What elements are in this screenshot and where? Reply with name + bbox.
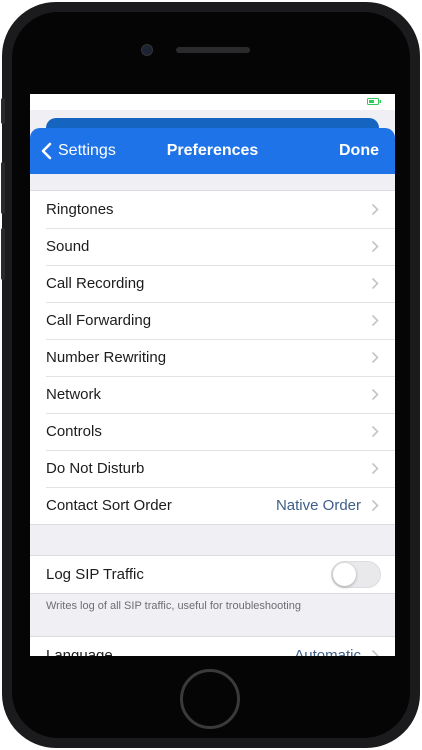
sip-footnote: Writes log of all SIP traffic, useful fo…	[46, 600, 301, 612]
section-spacer	[30, 628, 395, 636]
toggle-knob	[333, 563, 356, 586]
settings-row-do-not-disturb[interactable]: Do Not Disturb	[30, 450, 395, 487]
volume-down-button	[1, 228, 5, 280]
back-button[interactable]: Settings	[40, 128, 116, 174]
row-value: Automatic	[294, 647, 361, 656]
chevron-right-icon	[371, 277, 379, 290]
chevron-right-icon	[371, 351, 379, 364]
settings-row-ringtones[interactable]: Ringtones	[30, 191, 395, 228]
chevron-right-icon	[371, 499, 379, 512]
mute-switch	[1, 98, 5, 124]
language-group: Language Automatic	[30, 636, 395, 656]
preferences-group: Ringtones Sound Call Recording Call Forw…	[30, 190, 395, 525]
row-value: Native Order	[275, 497, 361, 514]
sip-group: Log SIP Traffic	[30, 555, 395, 594]
row-label: Ringtones	[46, 201, 114, 218]
status-bar	[30, 94, 395, 110]
screen: Settings Preferences Done Ringtones Soun…	[30, 94, 395, 656]
chevron-right-icon	[371, 462, 379, 475]
row-label: Number Rewriting	[46, 349, 167, 366]
section-spacer	[30, 525, 395, 555]
battery-icon	[367, 98, 381, 105]
settings-row-log-sip-traffic: Log SIP Traffic	[30, 556, 395, 593]
settings-row-sound[interactable]: Sound	[30, 228, 395, 265]
settings-row-controls[interactable]: Controls	[30, 413, 395, 450]
row-label: Language	[46, 647, 113, 656]
row-label: Call Recording	[46, 275, 145, 292]
settings-row-language[interactable]: Language Automatic	[30, 637, 395, 656]
row-label: Contact Sort Order	[46, 497, 172, 514]
chevron-right-icon	[371, 314, 379, 327]
chevron-right-icon	[371, 203, 379, 216]
chevron-right-icon	[371, 240, 379, 253]
navigation-bar: Settings Preferences Done	[30, 128, 395, 174]
settings-row-contact-sort-order[interactable]: Contact Sort Order Native Order	[30, 487, 395, 524]
row-label: Do Not Disturb	[46, 460, 145, 477]
chevron-left-icon	[41, 142, 52, 160]
home-button[interactable]	[180, 669, 240, 729]
volume-up-button	[1, 162, 5, 214]
front-camera	[141, 44, 153, 56]
settings-row-call-recording[interactable]: Call Recording	[30, 265, 395, 302]
log-sip-toggle[interactable]	[331, 561, 381, 588]
chevron-right-icon	[371, 425, 379, 438]
earpiece-speaker	[176, 47, 250, 53]
row-label: Sound	[46, 238, 90, 255]
settings-row-number-rewriting[interactable]: Number Rewriting	[30, 339, 395, 376]
section-spacer	[30, 174, 395, 190]
chevron-right-icon	[371, 649, 379, 656]
row-label: Call Forwarding	[46, 312, 152, 329]
settings-list: Ringtones Sound Call Recording Call Forw…	[30, 174, 395, 656]
row-label: Controls	[46, 423, 102, 440]
back-button-label: Settings	[58, 142, 116, 159]
row-label: Network	[46, 386, 102, 403]
row-label: Log SIP Traffic	[46, 566, 144, 583]
settings-row-call-forwarding[interactable]: Call Forwarding	[30, 302, 395, 339]
done-button[interactable]: Done	[339, 128, 379, 174]
settings-row-network[interactable]: Network	[30, 376, 395, 413]
chevron-right-icon	[371, 388, 379, 401]
